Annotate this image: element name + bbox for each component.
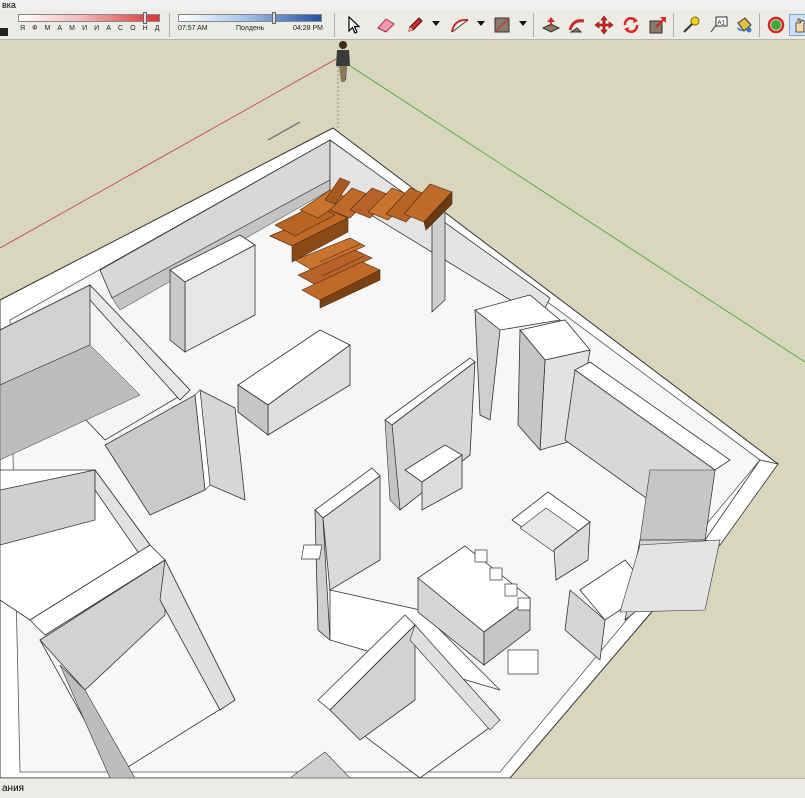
shadow-time-slider[interactable] [178,14,322,22]
floor-plan-3d [0,41,805,778]
time-mid-label: Полдень [236,25,265,32]
month-label: Ф [32,25,38,32]
toolbar-separator [673,13,674,37]
toolbar-separator [334,13,335,37]
pencil-icon[interactable] [404,14,426,36]
left-edge-icon[interactable] [0,28,8,36]
time-end-label: 04:28 PM [293,25,323,32]
month-label: С [117,25,124,32]
month-label: И [94,25,100,32]
month-label: А [57,25,63,32]
month-label: А [106,25,112,32]
month-label: Н [142,25,149,32]
month-label: М [44,25,51,32]
paint-bucket-icon[interactable] [733,14,755,36]
shadow-date-slider[interactable] [18,14,160,22]
shadow-time-knob[interactable] [272,12,276,24]
orbit-icon[interactable] [765,14,787,36]
model-viewport[interactable] [0,40,805,778]
shadow-date-knob[interactable] [143,12,147,24]
push-pull-icon[interactable] [540,14,562,36]
chair [507,649,539,675]
svg-text:A1: A1 [718,21,726,27]
chair [301,544,323,560]
tape-measure-icon[interactable] [680,14,702,36]
chair [504,583,518,597]
chair [517,597,531,611]
month-label: О [130,25,137,32]
window-title: вка [0,0,805,10]
rectangle-dropdown-icon[interactable] [519,21,527,26]
month-label: И [82,25,88,32]
toolbar-separator [533,13,534,37]
toolbar: Я Ф М А М И И А С О Н Д 07:57 AM Полдень… [0,10,805,40]
status-bar: ания [0,778,805,798]
cabinet-side [169,269,186,353]
chair [474,549,488,563]
month-label: М [69,25,76,32]
eraser-icon[interactable] [375,14,397,36]
pan-icon[interactable] [789,14,805,36]
month-label: Я [20,25,26,32]
toolbar-separator [759,13,760,37]
month-label: Д [154,25,160,32]
right-counter-end [639,469,716,541]
arc-dropdown-icon[interactable] [477,21,485,26]
pencil-dropdown-icon[interactable] [432,21,440,26]
toolbar-separator [169,13,170,37]
text-icon[interactable]: A1 [707,14,729,36]
chair [489,567,503,581]
scale-icon[interactable] [647,14,669,36]
arc-icon[interactable] [449,14,471,36]
move-icon[interactable] [593,14,615,36]
rectangle-icon[interactable] [491,14,513,36]
shadow-line [267,121,301,141]
follow-me-icon[interactable] [566,14,588,36]
status-text: ания [2,783,25,794]
time-start-label: 07:57 AM [178,25,208,32]
select-icon[interactable] [343,14,365,36]
rotate-icon[interactable] [620,14,642,36]
month-labels: Я Ф М А М И И А С О Н Д [20,25,160,32]
